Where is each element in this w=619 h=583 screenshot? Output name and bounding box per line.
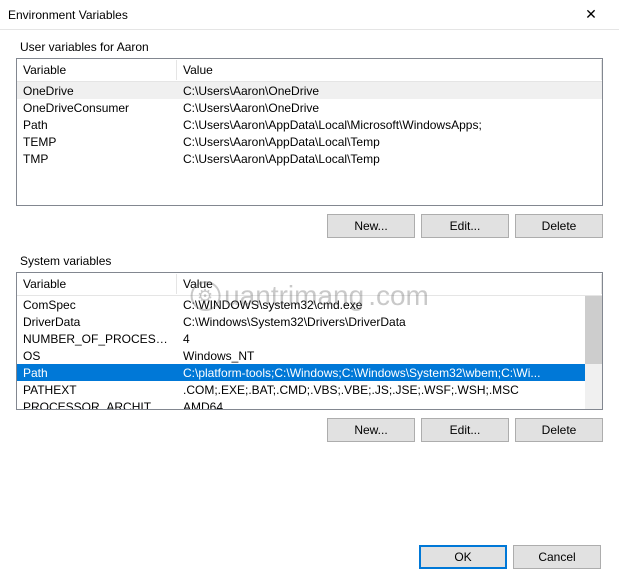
user-list-body: OneDriveC:\Users\Aaron\OneDriveOneDriveC… [17,82,602,167]
table-row[interactable]: OneDriveC:\Users\Aaron\OneDrive [17,82,602,99]
user-col-value[interactable]: Value [177,60,602,80]
system-list-header: Variable Value [17,273,602,296]
system-variables-list[interactable]: Variable Value ComSpecC:\WINDOWS\system3… [16,272,603,410]
system-group-label: System variables [16,254,603,268]
table-row[interactable]: TMPC:\Users\Aaron\AppData\Local\Temp [17,150,602,167]
table-row[interactable]: PathC:\platform-tools;C:\Windows;C:\Wind… [17,364,602,381]
cell-variable: PATHEXT [17,382,177,398]
cell-variable: OneDrive [17,83,177,99]
cell-value: C:\Users\Aaron\OneDrive [177,83,602,99]
cell-variable: ComSpec [17,297,177,313]
cell-variable: Path [17,117,177,133]
table-row[interactable]: PathC:\Users\Aaron\AppData\Local\Microso… [17,116,602,133]
cell-variable: TEMP [17,134,177,150]
window-title: Environment Variables [8,8,571,22]
cell-value: AMD64 [177,399,602,411]
cell-value: C:\Users\Aaron\OneDrive [177,100,602,116]
cell-variable: TMP [17,151,177,167]
cell-value: C:\WINDOWS\system32\cmd.exe [177,297,602,313]
user-list-header: Variable Value [17,59,602,82]
system-scrollbar[interactable] [585,296,602,409]
user-variables-list[interactable]: Variable Value OneDriveC:\Users\Aaron\On… [16,58,603,206]
table-row[interactable]: NUMBER_OF_PROCESSORS4 [17,330,602,347]
dialog-content: User variables for Aaron Variable Value … [0,30,619,454]
system-new-button[interactable]: New... [327,418,415,442]
system-col-variable[interactable]: Variable [17,274,177,294]
cell-variable: NUMBER_OF_PROCESSORS [17,331,177,347]
table-row[interactable]: OneDriveConsumerC:\Users\Aaron\OneDrive [17,99,602,116]
cell-value: Windows_NT [177,348,602,364]
cell-value: .COM;.EXE;.BAT;.CMD;.VBS;.VBE;.JS;.JSE;.… [177,382,602,398]
table-row[interactable]: PROCESSOR_ARCHITECTUREAMD64 [17,398,602,410]
table-row[interactable]: TEMPC:\Users\Aaron\AppData\Local\Temp [17,133,602,150]
close-icon[interactable]: ✕ [571,0,611,30]
cell-variable: Path [17,365,177,381]
table-row[interactable]: ComSpecC:\WINDOWS\system32\cmd.exe [17,296,602,313]
system-button-row: New... Edit... Delete [16,410,603,454]
cell-variable: OneDriveConsumer [17,100,177,116]
table-row[interactable]: DriverDataC:\Windows\System32\Drivers\Dr… [17,313,602,330]
system-list-body: ComSpecC:\WINDOWS\system32\cmd.exeDriver… [17,296,602,410]
dialog-button-row: OK Cancel [419,545,601,569]
cell-variable: OS [17,348,177,364]
user-edit-button[interactable]: Edit... [421,214,509,238]
table-row[interactable]: OSWindows_NT [17,347,602,364]
cell-value: C:\platform-tools;C:\Windows;C:\Windows\… [177,365,602,381]
cell-value: C:\Users\Aaron\AppData\Local\Microsoft\W… [177,117,602,133]
cell-value: C:\Users\Aaron\AppData\Local\Temp [177,151,602,167]
system-delete-button[interactable]: Delete [515,418,603,442]
system-scroll-thumb[interactable] [585,296,602,364]
user-col-variable[interactable]: Variable [17,60,177,80]
cell-value: 4 [177,331,602,347]
cell-value: C:\Users\Aaron\AppData\Local\Temp [177,134,602,150]
system-variables-group: System variables Variable Value ComSpecC… [16,254,603,454]
user-delete-button[interactable]: Delete [515,214,603,238]
titlebar: Environment Variables ✕ [0,0,619,30]
cell-variable: PROCESSOR_ARCHITECTURE [17,399,177,411]
cancel-button[interactable]: Cancel [513,545,601,569]
user-button-row: New... Edit... Delete [16,206,603,250]
system-edit-button[interactable]: Edit... [421,418,509,442]
user-variables-group: User variables for Aaron Variable Value … [16,40,603,250]
cell-value: C:\Windows\System32\Drivers\DriverData [177,314,602,330]
cell-variable: DriverData [17,314,177,330]
system-col-value[interactable]: Value [177,274,602,294]
user-group-label: User variables for Aaron [16,40,603,54]
table-row[interactable]: PATHEXT.COM;.EXE;.BAT;.CMD;.VBS;.VBE;.JS… [17,381,602,398]
ok-button[interactable]: OK [419,545,507,569]
user-new-button[interactable]: New... [327,214,415,238]
